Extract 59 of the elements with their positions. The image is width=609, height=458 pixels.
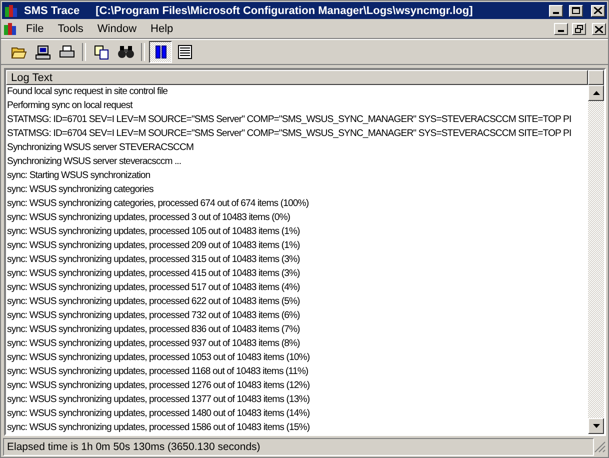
- down-arrow-icon: [592, 424, 600, 428]
- log-line[interactable]: sync: WSUS synchronizing updates, processed 836 out of 10483 items (7%): [6, 323, 588, 337]
- log-line[interactable]: sync: WSUS synchronizing updates, processed 1586 out of 10483 items (15%): [6, 421, 588, 434]
- log-line[interactable]: sync: WSUS synchronizing updates, processed 3 out of 10483 items (0%): [6, 211, 588, 225]
- scroll-down-button[interactable]: [588, 418, 604, 434]
- log-line[interactable]: sync: WSUS synchronizing updates, processed 732 out of 10483 items (6%): [6, 309, 588, 323]
- log-line[interactable]: sync: WSUS synchronizing updates, processed 1053 out of 10483 items (10%): [6, 351, 588, 365]
- log-line[interactable]: sync: Starting WSUS synchronization: [6, 169, 588, 183]
- up-arrow-icon: [592, 91, 600, 95]
- minimize-button[interactable]: [554, 23, 568, 35]
- maximize-icon: [572, 7, 580, 14]
- log-line[interactable]: sync: WSUS synchronizing updates, processed 622 out of 10483 items (5%): [6, 295, 588, 309]
- close-icon: [594, 7, 602, 14]
- minimize-button[interactable]: [549, 4, 563, 16]
- log-line[interactable]: sync: WSUS synchronizing updates, processed 937 out of 10483 items (8%): [6, 337, 588, 351]
- log-line[interactable]: sync: WSUS synchronizing updates, processed 1377 out of 10483 items (13%): [6, 393, 588, 407]
- scroll-up-button[interactable]: [588, 85, 604, 101]
- restore-button[interactable]: [572, 23, 586, 35]
- menu-item[interactable]: Tools: [52, 23, 88, 35]
- folder-icon: [10, 45, 26, 59]
- pause-button[interactable]: [149, 41, 172, 63]
- log-line[interactable]: STATMSG: ID=6701 SEV=I LEV=M SOURCE="SMS Server" COMP="SMS_WSUS_SYNC_MANAGER" SYS=STEVERACSCCM SITE=TOP PI: [6, 113, 588, 127]
- list-icon: [178, 45, 192, 59]
- app-icon: [3, 22, 17, 36]
- app-icon: [4, 4, 18, 18]
- log-line[interactable]: sync: WSUS synchronizing updates, processed 517 out of 10483 items (4%): [6, 281, 588, 295]
- column-header[interactable]: Log Text: [6, 70, 588, 85]
- close-icon: [595, 26, 603, 32]
- log-line[interactable]: Synchronizing WSUS server STEVERACSCCM: [6, 141, 588, 155]
- close-button[interactable]: [592, 23, 606, 35]
- log-line[interactable]: sync: WSUS synchronizing updates, processed 105 out of 10483 items (1%): [6, 225, 588, 239]
- printer-icon: [58, 45, 74, 59]
- menu-item[interactable]: File: [21, 23, 49, 35]
- restore-icon: [575, 25, 583, 33]
- app-name: SMS Trace: [24, 4, 80, 16]
- log-line[interactable]: sync: WSUS synchronizing updates, processed 209 out of 10483 items (1%): [6, 239, 588, 253]
- log-line[interactable]: STATMSG: ID=6704 SEV=I LEV=M SOURCE="SMS Server" COMP="SMS_WSUS_SYNC_MANAGER" SYS=STEVERACSCCM SITE=TOP PI: [6, 127, 588, 141]
- log-line[interactable]: sync: WSUS synchronizing updates, processed 415 out of 10483 items (3%): [6, 267, 588, 281]
- menu-item[interactable]: Help: [146, 23, 178, 35]
- resize-grip-icon: [594, 440, 606, 452]
- menu-item[interactable]: Window: [92, 23, 142, 35]
- pause-icon: [154, 45, 166, 59]
- log-line[interactable]: sync: WSUS synchronizing updates, processed 315 out of 10483 items (3%): [6, 253, 588, 267]
- log-line[interactable]: Performing sync on local request: [6, 99, 588, 113]
- log-line[interactable]: Found local sync request in site control file: [6, 85, 588, 99]
- scrollbar[interactable]: [588, 70, 604, 434]
- log-line[interactable]: sync: WSUS synchronizing updates, processed 1276 out of 10483 items (12%): [6, 379, 588, 393]
- log-line[interactable]: sync: WSUS synchronizing categories: [6, 183, 588, 197]
- close-button[interactable]: [591, 4, 605, 16]
- file-path: [C:\Program Files\Microsoft Configuration Manager\Logs\wsyncmgr.log]: [96, 4, 473, 16]
- log-line[interactable]: sync: WSUS synchronizing updates, processed 1480 out of 10483 items (14%): [6, 407, 588, 421]
- log-line[interactable]: sync: WSUS synchronizing updates, processed 1168 out of 10483 items (11%): [6, 365, 588, 379]
- maximize-button[interactable]: [569, 4, 583, 16]
- binoculars-icon: [118, 45, 134, 59]
- status-text: Elapsed time is 1h 0m 50s 130ms (3650.130 seconds): [3, 438, 594, 456]
- copy-icon: [94, 44, 110, 60]
- log-line[interactable]: Synchronizing WSUS server steveracsccm ...: [6, 155, 588, 169]
- log-line[interactable]: sync: WSUS synchronizing categories, processed 674 out of 674 items (100%): [6, 197, 588, 211]
- computer-icon: [34, 44, 50, 60]
